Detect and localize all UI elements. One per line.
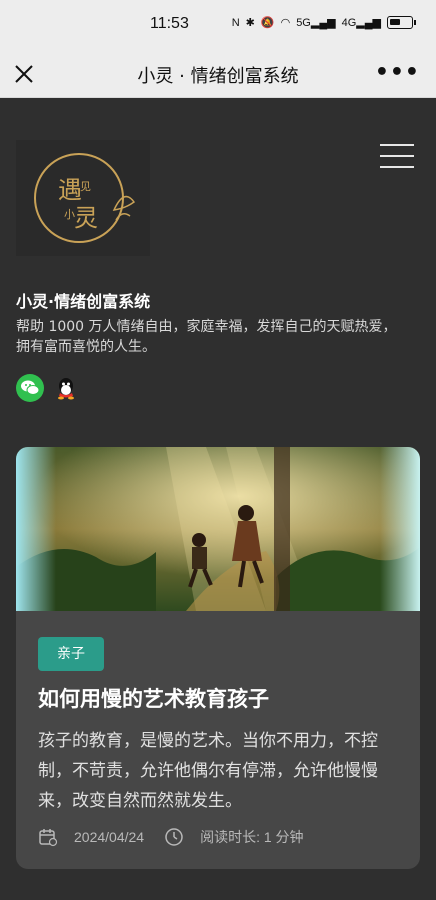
read-time: 阅读时长: 1 分钟	[200, 829, 304, 845]
menu-icon-line	[380, 155, 414, 157]
calendar-icon	[39, 829, 58, 847]
article-title[interactable]: 如何用慢的艺术教育孩子	[38, 683, 269, 713]
status-time: 11:53	[150, 15, 189, 32]
logo-icon: 遇 灵 见 小	[34, 153, 136, 243]
svg-text:小: 小	[64, 208, 75, 221]
menu-icon-line	[380, 144, 414, 146]
article-meta: 2024/04/24 阅读时长: 1 分钟	[38, 827, 304, 847]
signal-icon-5g: 5G▂▄▆	[296, 17, 336, 29]
signal-icon-4g: 4G▂▄▆	[341, 17, 381, 29]
mute-icon: 🔕	[260, 17, 275, 29]
article-cover-image[interactable]	[16, 447, 420, 611]
nav-bar: 小灵 · 情绪创富系统 •••	[0, 50, 436, 98]
svg-text:见: 见	[80, 180, 91, 193]
site-description: 帮助 1000 万人情绪自由，家庭幸福，发挥自己的天赋热爱，拥有富而喜悦的人生。	[16, 319, 397, 355]
category-tag[interactable]: 亲子	[38, 637, 104, 671]
menu-button[interactable]	[380, 144, 414, 170]
battery-tip	[414, 20, 416, 25]
status-bar: 11:53 N ✱ 🔕 ◠ 5G▂▄▆ 4G▂▄▆	[0, 0, 436, 50]
clock-icon	[165, 828, 183, 846]
nfc-icon: N	[231, 16, 240, 29]
battery-icon	[387, 16, 413, 29]
status-icons: N ✱ 🔕 ◠ 5G▂▄▆ 4G▂▄▆	[232, 16, 416, 29]
svg-text:灵: 灵	[74, 204, 98, 232]
article-date: 2024/04/24	[74, 829, 145, 845]
menu-icon-line	[380, 166, 414, 168]
bluetooth-icon: ✱	[245, 17, 255, 29]
site-title: 小灵·情绪创富系统	[16, 292, 151, 311]
nav-title: 小灵 · 情绪创富系统	[137, 66, 299, 87]
wifi-icon: ◠	[280, 17, 291, 29]
svg-text:遇: 遇	[58, 176, 82, 204]
qq-icon[interactable]	[52, 374, 80, 402]
article-excerpt: 孩子的教育，是慢的艺术。当你不用力，不控制，不苛责，允许他偶尔有停滞，允许他慢慢…	[38, 731, 378, 811]
wechat-icon[interactable]	[16, 374, 44, 402]
site-logo[interactable]: 遇 灵 见 小	[16, 140, 150, 256]
more-options-button[interactable]: •••	[375, 60, 420, 85]
article-card[interactable]: 亲子 如何用慢的艺术教育孩子 孩子的教育，是慢的艺术。当你不用力，不控制，不苛责…	[16, 447, 420, 869]
